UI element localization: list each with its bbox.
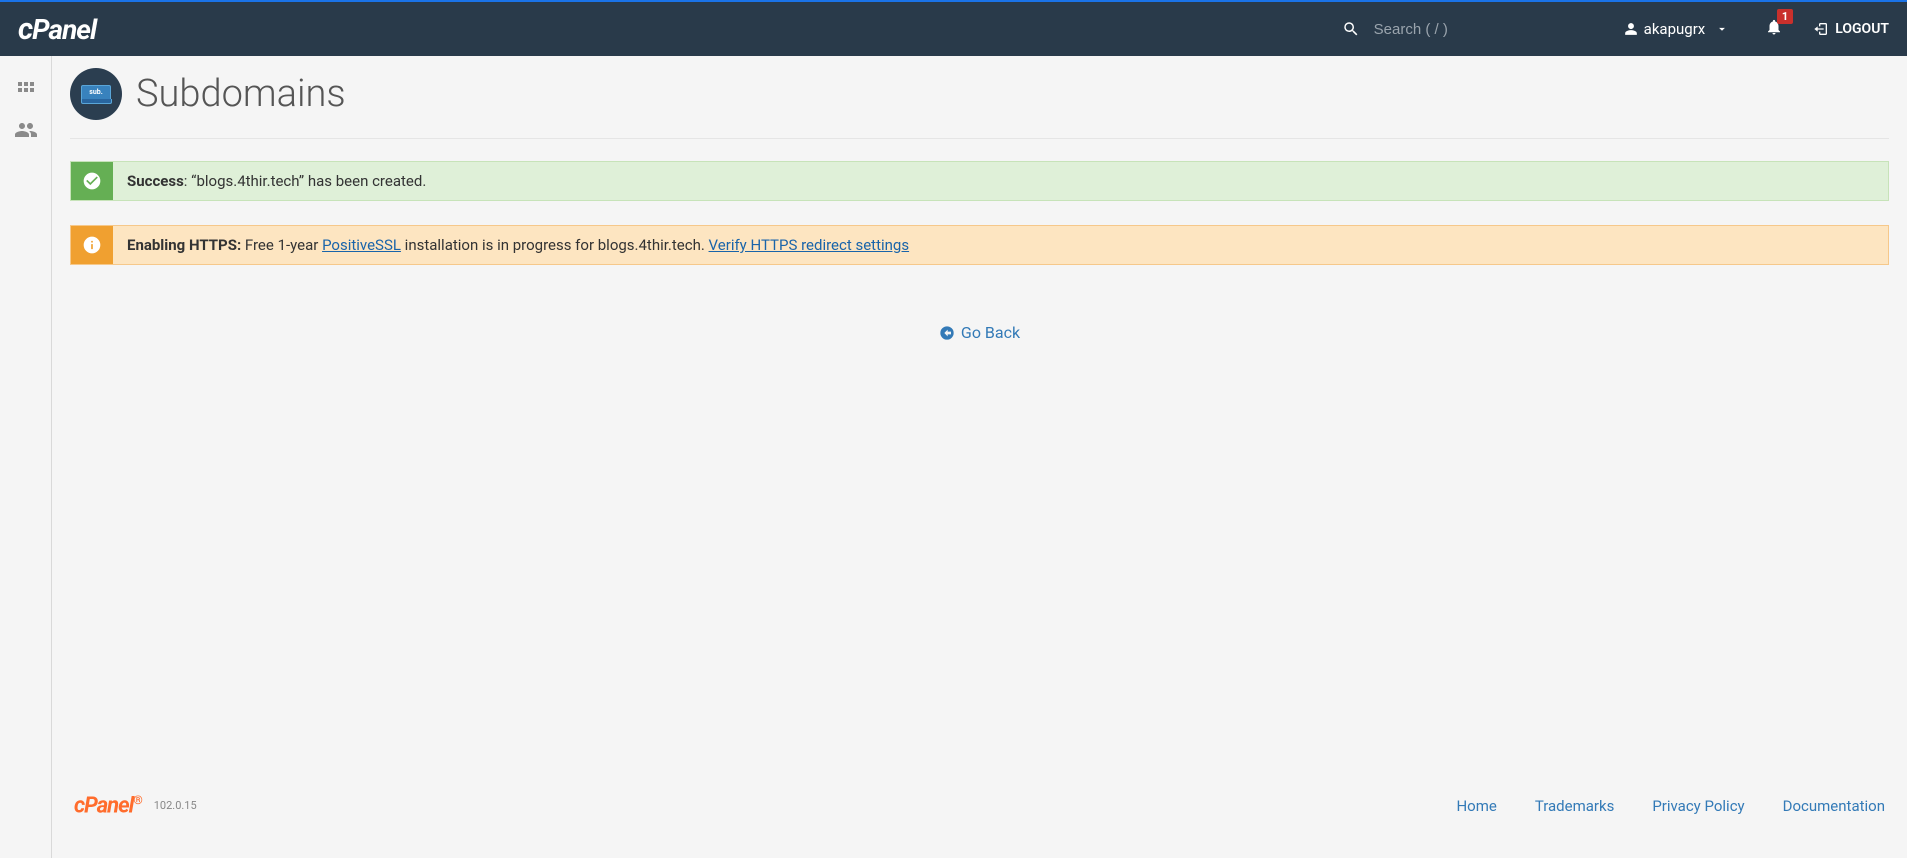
success-message: “blogs.4thir.tech” has been created.	[191, 172, 426, 190]
success-alert: Success: “blogs.4thir.tech” has been cre…	[70, 161, 1889, 201]
user-menu[interactable]: akapugrx	[1624, 20, 1736, 38]
success-label: Success	[127, 172, 184, 190]
footer: cPanel® 102.0.15 Home Trademarks Privacy…	[52, 763, 1907, 818]
notifications-button[interactable]: 1	[1765, 18, 1783, 40]
users-icon	[14, 118, 38, 142]
footer-logo: cPanel®	[74, 793, 142, 818]
footer-docs-link[interactable]: Documentation	[1783, 797, 1885, 815]
sidebar	[0, 56, 52, 858]
check-circle-icon	[71, 162, 113, 200]
info-text-pre: Free 1-year	[241, 236, 322, 254]
top-nav: cPanel akapugrx 1 LOGOUT	[0, 0, 1907, 56]
search-wrap	[1342, 20, 1504, 38]
search-icon[interactable]	[1342, 20, 1360, 38]
footer-privacy-link[interactable]: Privacy Policy	[1652, 797, 1744, 815]
username-label: akapugrx	[1644, 20, 1706, 38]
page-title: Subdomains	[136, 72, 346, 116]
page-icon: sub.	[70, 68, 122, 120]
search-input[interactable]	[1374, 21, 1504, 38]
info-text-mid: installation is in progress for blogs.4t…	[401, 236, 709, 254]
caret-down-icon	[1715, 22, 1729, 36]
positivessl-link[interactable]: PositiveSSL	[322, 236, 401, 254]
go-back-link[interactable]: Go Back	[939, 323, 1020, 342]
arrow-left-circle-icon	[939, 325, 955, 341]
notification-badge: 1	[1777, 9, 1793, 24]
main-content: sub. Subdomains Success: “blogs.4thir.te…	[52, 56, 1907, 858]
go-back-label: Go Back	[961, 323, 1020, 342]
info-circle-icon	[71, 226, 113, 264]
logout-label: LOGOUT	[1835, 21, 1889, 37]
info-alert: Enabling HTTPS: Free 1-year PositiveSSL …	[70, 225, 1889, 265]
sidebar-users-icon[interactable]	[0, 110, 52, 150]
footer-home-link[interactable]: Home	[1456, 797, 1496, 815]
footer-version: 102.0.15	[154, 799, 197, 812]
grid-icon	[14, 78, 38, 102]
logout-icon	[1813, 21, 1829, 37]
verify-https-link[interactable]: Verify HTTPS redirect settings	[709, 236, 910, 254]
info-label: Enabling HTTPS:	[127, 236, 241, 254]
sidebar-apps-icon[interactable]	[0, 70, 52, 110]
logout-button[interactable]: LOGOUT	[1813, 21, 1889, 37]
page-icon-text: sub.	[89, 88, 102, 96]
go-back-wrap: Go Back	[70, 323, 1889, 345]
footer-trademarks-link[interactable]: Trademarks	[1535, 797, 1615, 815]
user-icon	[1624, 22, 1638, 36]
page-header: sub. Subdomains	[70, 56, 1889, 139]
cpanel-logo[interactable]: cPanel	[18, 12, 96, 47]
